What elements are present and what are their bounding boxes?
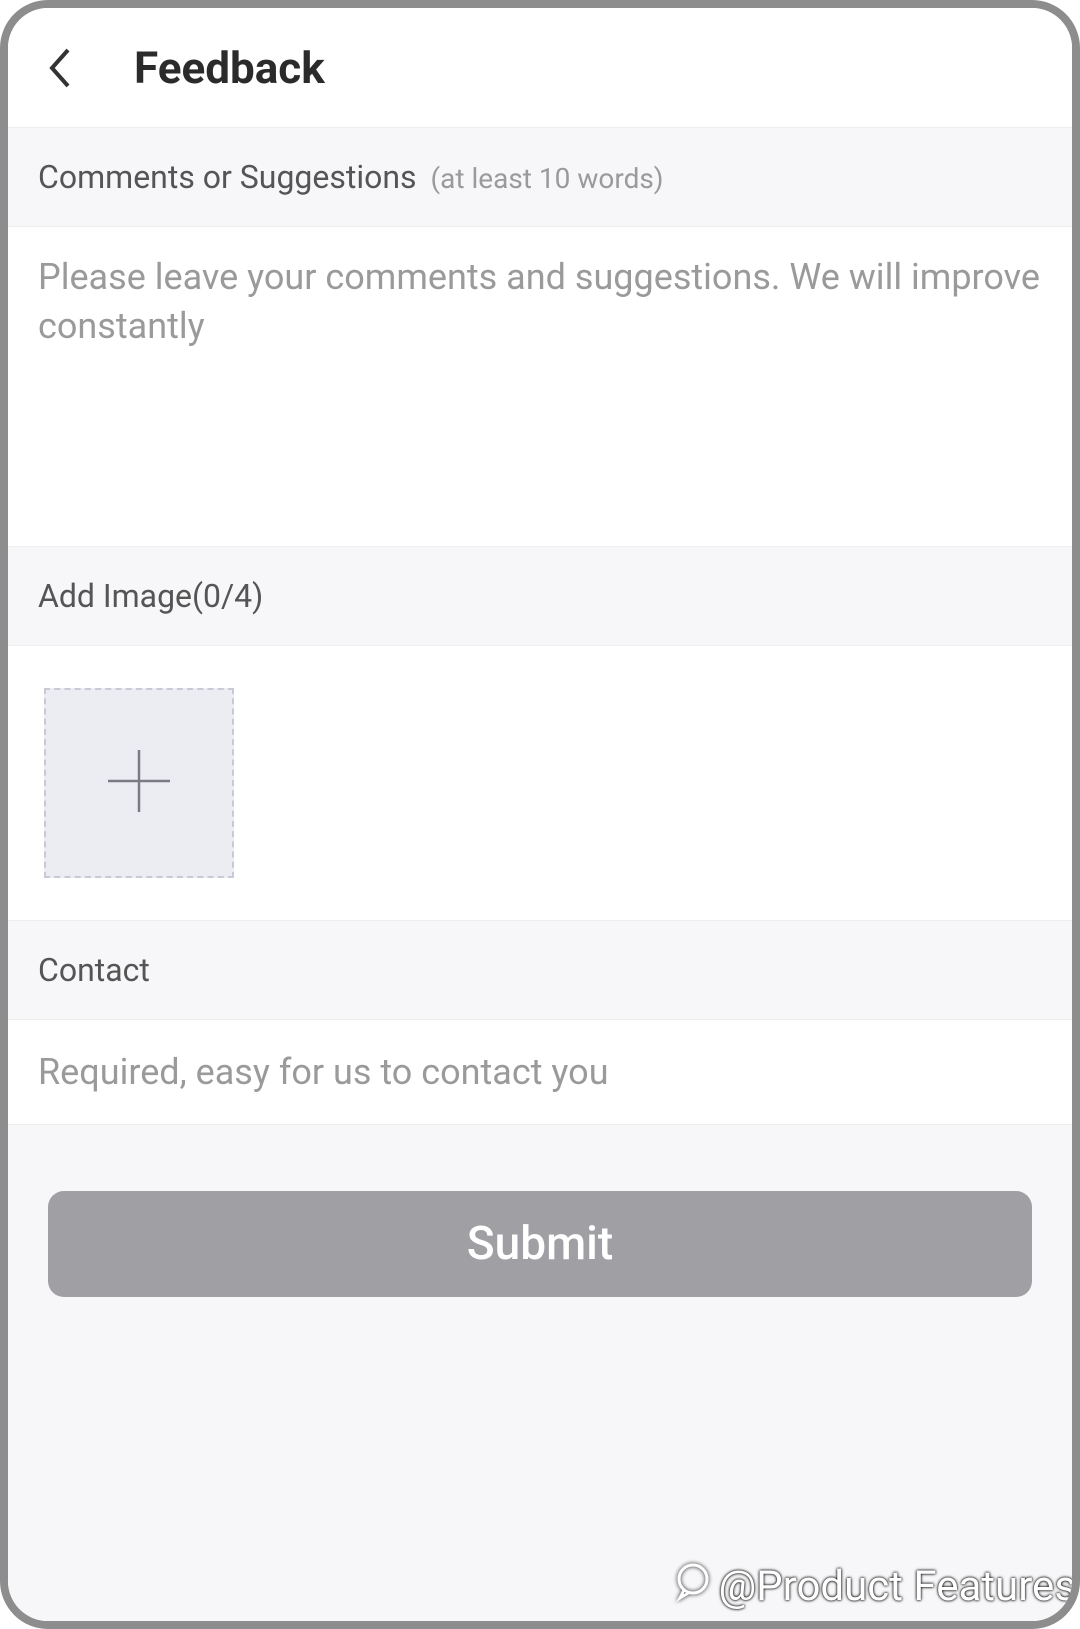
comments-panel: [8, 227, 1072, 547]
images-panel: [8, 646, 1072, 921]
contact-input[interactable]: [38, 1050, 1042, 1094]
header-bar: Feedback: [8, 8, 1072, 128]
comments-label: Comments or Suggestions: [38, 158, 417, 196]
back-icon[interactable]: [36, 44, 84, 92]
page-title: Feedback: [134, 42, 325, 94]
contact-label: Contact: [38, 951, 150, 989]
watermark: @Product Features: [672, 1560, 1076, 1613]
comments-section-header: Comments or Suggestions (at least 10 wor…: [8, 128, 1072, 227]
app-container: Feedback Comments or Suggestions (at lea…: [8, 8, 1072, 1621]
submit-button[interactable]: Submit: [48, 1191, 1032, 1297]
comments-hint: (at least 10 words): [431, 162, 664, 195]
watermark-text: @Product Features: [718, 1562, 1076, 1611]
add-image-label: Add Image(0/4): [38, 577, 263, 615]
submit-section: Submit @Product Features: [8, 1125, 1072, 1621]
contact-panel: [8, 1020, 1072, 1125]
add-image-button[interactable]: [44, 688, 234, 878]
plus-icon: [104, 746, 174, 820]
comments-input[interactable]: [38, 253, 1042, 520]
chat-icon: [672, 1560, 714, 1613]
device-frame: Feedback Comments or Suggestions (at lea…: [0, 0, 1080, 1629]
images-section-header: Add Image(0/4): [8, 547, 1072, 646]
contact-section-header: Contact: [8, 921, 1072, 1020]
